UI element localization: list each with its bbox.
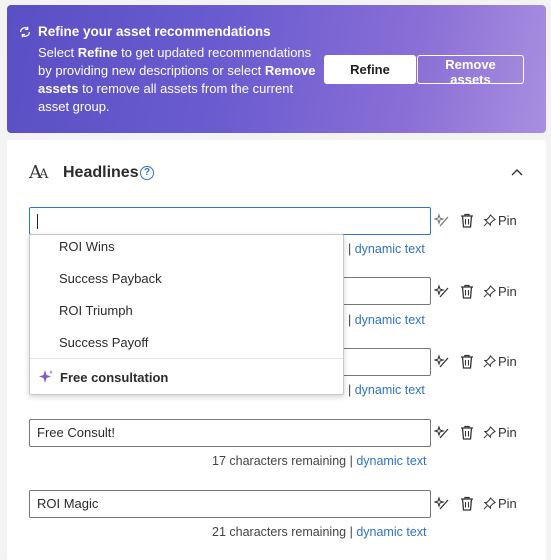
dynamic-text-link[interactable]: dynamic text	[355, 242, 425, 256]
dynamic-text-link[interactable]: dynamic text	[355, 313, 425, 327]
pin-button[interactable]: Pin	[483, 425, 517, 440]
helper-row-1: | dynamic text	[348, 242, 425, 256]
separator: |	[349, 525, 353, 539]
pin-button[interactable]: Pin	[483, 213, 517, 228]
dropdown-divider	[30, 358, 343, 359]
refresh-icon	[20, 26, 30, 37]
refine-button[interactable]: Refine	[324, 55, 416, 84]
text-size-icon: AA	[29, 162, 49, 183]
banner-desc-part: Select	[38, 45, 78, 60]
banner-title: Refine your asset recommendations	[18, 24, 271, 39]
dynamic-text-link[interactable]: dynamic text	[356, 454, 426, 468]
separator: |	[349, 454, 353, 468]
remove-assets-button[interactable]: Remove assets	[417, 55, 524, 87]
pin-label: Pin	[498, 425, 517, 440]
dynamic-text-link[interactable]: dynamic text	[355, 383, 425, 397]
separator: |	[348, 383, 352, 397]
dynamic-text-link[interactable]: dynamic text	[356, 525, 426, 539]
separator: |	[348, 313, 352, 327]
sparkle-icon[interactable]	[434, 354, 450, 370]
banner-desc-refine: Refine	[77, 45, 118, 60]
free-consultation-label: Free consultation	[60, 369, 169, 385]
text-caret	[37, 214, 38, 229]
helper-row-2: | dynamic text	[348, 313, 425, 327]
chevron-up-icon[interactable]	[509, 164, 525, 180]
pin-button[interactable]: Pin	[483, 284, 517, 299]
sparkle-icon[interactable]	[434, 496, 450, 512]
sparkle-icon[interactable]	[434, 425, 450, 441]
pin-label: Pin	[498, 496, 517, 511]
helper-row-3: | dynamic text	[348, 383, 425, 397]
sparkle-icon[interactable]	[434, 284, 450, 300]
helper-row-4: 17 characters remaining | dynamic text	[212, 454, 427, 468]
suggestion-item[interactable]: ROI Triumph	[59, 303, 133, 318]
trash-icon[interactable]	[460, 496, 474, 511]
suggestion-item[interactable]: Success Payback	[59, 271, 162, 286]
pin-label: Pin	[498, 354, 517, 369]
headline-input-5[interactable]: ROI Magic	[29, 490, 431, 518]
pin-label: Pin	[498, 284, 517, 299]
trash-icon[interactable]	[460, 213, 474, 228]
helper-row-5: 21 characters remaining | dynamic text	[212, 525, 427, 539]
trash-icon[interactable]	[460, 425, 474, 440]
separator: |	[348, 242, 352, 256]
characters-remaining: 17 characters remaining	[212, 454, 347, 468]
banner-title-text: Refine your asset recommendations	[38, 24, 271, 39]
suggestion-item[interactable]: ROI Wins	[59, 239, 115, 254]
help-icon[interactable]: ?	[140, 166, 154, 180]
banner-description: Select Refine to get updated recommendat…	[38, 44, 318, 116]
pin-icon	[483, 355, 496, 368]
pin-button[interactable]: Pin	[483, 354, 517, 369]
pin-icon	[483, 497, 496, 510]
suggestions-dropdown: ROI Wins Success Payback ROI Triumph Suc…	[29, 234, 344, 395]
sparkle-icon[interactable]	[434, 213, 450, 229]
pin-label: Pin	[498, 213, 517, 228]
sparkle-icon	[39, 370, 53, 383]
trash-icon[interactable]	[460, 354, 474, 369]
headline-input-4[interactable]: Free Consult!	[29, 419, 431, 447]
pin-icon	[483, 426, 496, 439]
refine-banner: Refine your asset recommendations Select…	[7, 5, 546, 133]
trash-icon[interactable]	[460, 284, 474, 299]
pin-icon	[483, 285, 496, 298]
pin-icon	[483, 214, 496, 227]
pin-button[interactable]: Pin	[483, 496, 517, 511]
characters-remaining: 21 characters remaining	[212, 525, 347, 539]
headline-input-1[interactable]	[29, 207, 431, 235]
suggestion-item[interactable]: Success Payoff	[59, 335, 148, 350]
free-consultation-option[interactable]: Free consultation	[38, 369, 168, 385]
section-title: Headlines	[63, 164, 139, 181]
